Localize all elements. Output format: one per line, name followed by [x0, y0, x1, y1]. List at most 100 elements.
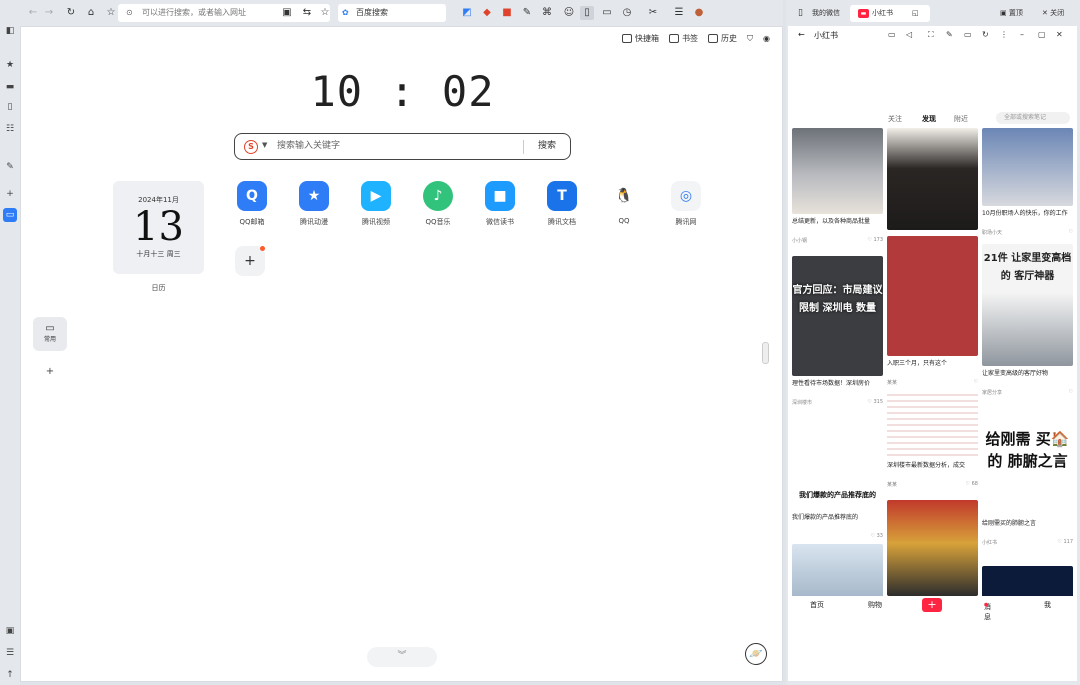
- eye-button[interactable]: ◉: [763, 34, 770, 43]
- app-qq-mail[interactable]: Q QQ邮箱: [229, 181, 275, 227]
- more-icon[interactable]: ⋮: [1000, 30, 1008, 39]
- download-icon[interactable]: ▣: [3, 624, 17, 638]
- feed-card[interactable]: 官方回应：市局建议 限制 深圳电 数量 理性看待市场数据！深圳房价 深圳楼市 ♡ …: [792, 256, 883, 406]
- close-icon[interactable]: ✕: [1056, 30, 1063, 39]
- app-qq-music[interactable]: ♪ QQ音乐: [415, 181, 461, 227]
- back-icon[interactable]: ←: [798, 30, 805, 39]
- browser-icon[interactable]: ▭: [3, 208, 17, 222]
- app-qq[interactable]: 🐧 QQ: [601, 181, 647, 225]
- tab-xiaohongshu[interactable]: ▬ 小红书 ◱: [850, 5, 930, 22]
- refresh-icon[interactable]: ↻: [982, 30, 989, 39]
- tools-icon[interactable]: ✂: [646, 6, 660, 20]
- expand-tab-button[interactable]: ︾: [367, 647, 437, 667]
- feed-card[interactable]: [792, 544, 883, 596]
- app-tencent-news[interactable]: ◎ 腾讯网: [663, 181, 709, 227]
- back-icon[interactable]: ←: [26, 6, 40, 20]
- qq-penguin-icon: 🐧: [609, 181, 639, 211]
- feed-card[interactable]: 深圳楼市最新数据分析，成交 某某 ♡ 68: [887, 390, 978, 488]
- close-panel-action[interactable]: ✕ 关闭: [1042, 8, 1064, 18]
- feed-card[interactable]: [887, 500, 978, 596]
- browser-toolbar: ← → ↻ ⌂ ☆ ⊙ 可以进行搜索，或者输入网址 ▣ ⇆ ☆ ✿ 百度搜索 ◩…: [20, 0, 783, 26]
- add-category-button[interactable]: +: [33, 359, 67, 385]
- folder-icon[interactable]: ▬: [3, 80, 17, 94]
- menu-icon[interactable]: ☰: [672, 6, 686, 20]
- nav-shop[interactable]: 购物: [868, 600, 882, 610]
- search-engine-logo-icon[interactable]: S: [244, 140, 258, 154]
- volume-icon[interactable]: ◁: [906, 30, 912, 39]
- pin-action[interactable]: ▣ 置顶: [1000, 8, 1023, 18]
- trash-icon[interactable]: ☰: [3, 646, 17, 660]
- feed-card[interactable]: 给刚需 买🏠的 肺腑之言 给刚需买的肺腑之言 小红书 ♡ 117: [982, 410, 1073, 546]
- ext-pen-icon[interactable]: ✎: [520, 6, 534, 20]
- minimize-icon[interactable]: –: [1020, 30, 1024, 39]
- nav-me[interactable]: 我: [1044, 600, 1051, 610]
- share-icon[interactable]: ⇆: [300, 6, 314, 20]
- emoji-icon[interactable]: ☺: [562, 6, 576, 20]
- favorite-icon[interactable]: ☆: [318, 6, 332, 20]
- feed-card[interactable]: 入职三个月，只有这个 某某 ♡: [887, 236, 978, 386]
- app-label: 腾讯动漫: [300, 218, 328, 226]
- app-tencent-docs[interactable]: T 腾讯文档: [539, 181, 585, 227]
- pin-icon[interactable]: ✎: [946, 30, 953, 39]
- tab-follow[interactable]: 关注: [888, 114, 902, 124]
- publish-button[interactable]: +: [922, 598, 942, 612]
- folder-icon: ▭: [45, 323, 55, 334]
- skin-button[interactable]: ⛉: [747, 34, 753, 44]
- feed-card[interactable]: 21件 让家里变高档的 客厅神器 让家里变高级的客厅好物 家居分享 ♡: [982, 244, 1073, 396]
- grid-icon[interactable]: ☷: [3, 122, 17, 136]
- ext-tool-icon[interactable]: ⌘: [540, 6, 554, 20]
- feed-card[interactable]: [982, 566, 1073, 596]
- add-icon[interactable]: +: [3, 187, 17, 201]
- phone-icon[interactable]: ▯: [3, 100, 17, 114]
- folder-icon[interactable]: ▭: [964, 30, 972, 39]
- screenshot-icon[interactable]: ▣: [280, 6, 294, 20]
- history-link[interactable]: 历史: [708, 33, 737, 44]
- refresh-icon[interactable]: ↻: [64, 6, 78, 20]
- notification-dot: ●: [984, 602, 989, 608]
- tab-discover[interactable]: 发现: [922, 114, 936, 124]
- calendar-widget[interactable]: 2024年11月 13 十月十三 周三: [113, 181, 204, 274]
- search-engine-box[interactable]: ✿ 百度搜索: [338, 4, 446, 22]
- app-tencent-comic[interactable]: ★ 腾讯动漫: [291, 181, 337, 227]
- planet-icon[interactable]: 🪐: [745, 643, 767, 665]
- mobile-view-icon[interactable]: ▯: [580, 6, 594, 20]
- camera-icon[interactable]: ▭: [888, 30, 896, 39]
- app-weread[interactable]: ■ 微信读书: [477, 181, 523, 227]
- ext-red-icon[interactable]: ◆: [480, 6, 494, 20]
- card-image: [982, 566, 1073, 596]
- feed-search-input[interactable]: 全部或搜索笔记: [996, 112, 1070, 124]
- maximize-icon[interactable]: ▢: [1038, 30, 1046, 39]
- star-icon[interactable]: ★: [3, 58, 17, 72]
- bookmark-link[interactable]: 书签: [669, 33, 698, 44]
- address-bar[interactable]: ⊙ 可以进行搜索，或者输入网址: [118, 4, 330, 22]
- add-app-button[interactable]: +: [235, 246, 265, 276]
- tab-wechat[interactable]: ▯ 我的微信: [790, 5, 852, 22]
- category-common[interactable]: ▭ 常用: [33, 317, 67, 351]
- pip-icon[interactable]: ◱: [912, 5, 919, 22]
- tab-nearby[interactable]: 附近: [954, 114, 968, 124]
- puzzle-icon[interactable]: ✎: [3, 160, 17, 174]
- fullscreen-icon[interactable]: ⛶: [928, 30, 934, 40]
- upload-icon[interactable]: ↑: [3, 668, 17, 682]
- feed-card[interactable]: 总结更新，以及各种商品批量 小小钢 ♡ 173: [792, 128, 883, 244]
- sidebar-toggle-icon[interactable]: ◧: [3, 24, 17, 38]
- window-icon[interactable]: ▭: [600, 6, 614, 20]
- forward-icon[interactable]: →: [42, 6, 56, 20]
- home-icon[interactable]: ⌂: [84, 6, 98, 20]
- app-tencent-video[interactable]: ▶ 腾讯视频: [353, 181, 399, 227]
- quick-box-link[interactable]: 快捷箱: [622, 33, 659, 44]
- feed-card[interactable]: [887, 128, 978, 230]
- feed-card[interactable]: 我们爆款的产品推荐底的 我们爆款的产品推荐底的 ♡ 33: [792, 418, 883, 539]
- card-meta: ♡ 33: [792, 533, 883, 539]
- avatar-icon[interactable]: ●: [692, 6, 706, 20]
- history-icon[interactable]: ◷: [620, 6, 634, 20]
- ext-orange-icon[interactable]: ■: [500, 6, 514, 20]
- search-input[interactable]: 搜索输入关键字: [277, 134, 340, 159]
- nav-home[interactable]: 首页: [810, 600, 824, 610]
- chevron-down-icon[interactable]: ▼: [262, 141, 267, 149]
- search-button[interactable]: 搜索: [524, 134, 570, 159]
- translate-icon[interactable]: ◩: [460, 6, 474, 20]
- feed-card[interactable]: 10月份职场人的快乐，你的工作 职场小天 ♡: [982, 128, 1073, 236]
- scroll-handle[interactable]: [762, 342, 769, 364]
- bookmark-star-icon[interactable]: ☆: [104, 6, 118, 20]
